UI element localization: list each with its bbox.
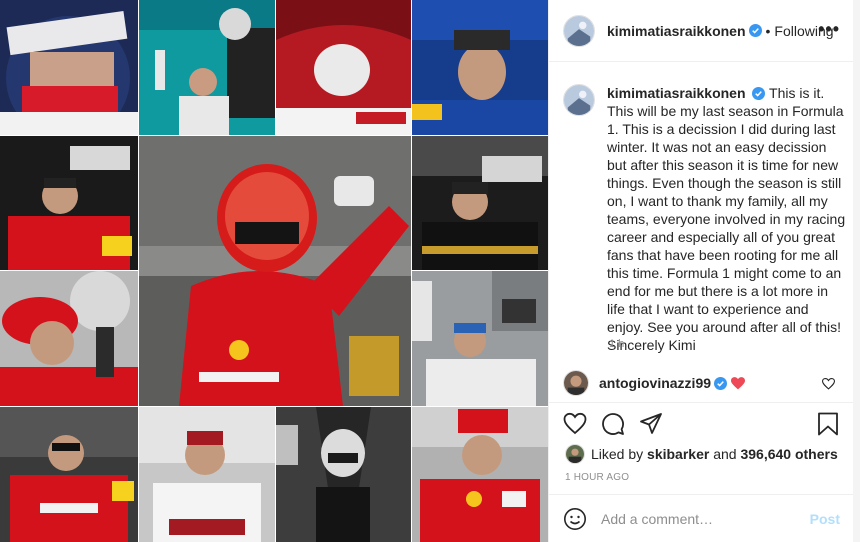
photo-tile-mission-winnow (0, 407, 138, 542)
comment-username[interactable]: antogiovinazzi99 (599, 375, 711, 391)
red-heart-icon (731, 376, 746, 389)
caption-username[interactable]: kimimatiasraikkonen (607, 85, 746, 101)
likes-middle: and (713, 446, 737, 462)
photo-tile-podium-fist (412, 271, 548, 406)
photo-tile-alfa-romeo-suit (139, 407, 275, 542)
photo-tile-ferrari-celebration (139, 136, 411, 406)
photo-tile-sauber-car (412, 0, 548, 135)
verified-badge-icon (748, 24, 762, 37)
liker-username[interactable]: skibarker (647, 446, 709, 462)
comment-like-heart-icon[interactable] (822, 378, 835, 390)
likes-prefix: Liked by (591, 446, 644, 462)
divider (549, 402, 854, 403)
photo-tile-ferrari-trophy (0, 136, 138, 270)
caption: kimimatiasraikkonen This is it. This wil… (563, 84, 848, 354)
avatar[interactable] (563, 14, 595, 47)
heart-outline-icon[interactable] (563, 412, 587, 436)
verified-badge-icon (752, 87, 766, 100)
avatar[interactable] (563, 370, 589, 396)
photo-tile-blue-helmet (0, 0, 138, 135)
likes-count[interactable]: 396,640 others (740, 446, 837, 462)
post-timestamp[interactable]: 1 HOUR AGO (565, 472, 629, 483)
photo-tile-lotus-trophy (412, 136, 548, 270)
photo-tile-helmet-car (276, 407, 411, 542)
photo-tile-trophy-petronas (139, 0, 275, 135)
avatar (565, 444, 585, 464)
post-header: kimimatiasraikkonen • Following ••• (549, 0, 854, 62)
post-image-collage[interactable] (0, 0, 548, 542)
caption-time[interactable]: 1 h (609, 338, 624, 350)
add-comment-input[interactable] (601, 510, 801, 527)
verified-badge-icon (714, 376, 728, 390)
post-actions (563, 412, 663, 436)
bookmark-icon[interactable] (817, 412, 839, 436)
photo-tile-champagne (0, 271, 138, 406)
post-panel: kimimatiasraikkonen • Following ••• kimi… (548, 0, 854, 542)
add-comment-bar: Post (549, 494, 854, 542)
window-edge (853, 0, 860, 542)
photo-tile-alfa-car (276, 0, 411, 135)
comment-row: antogiovinazzi99 (563, 370, 848, 396)
post-comment-button[interactable]: Post (810, 511, 840, 527)
likes-summary[interactable]: Liked by skibarker and 396,640 others (565, 444, 838, 464)
separator-dot: • (765, 22, 771, 39)
more-options-icon[interactable]: ••• (818, 20, 840, 38)
comment-bubble-icon[interactable] (601, 412, 625, 436)
photo-tile-ferrari-portrait (412, 407, 548, 542)
caption-text: This is it. This will be my last season … (607, 85, 846, 353)
header-username[interactable]: kimimatiasraikkonen (607, 23, 746, 39)
avatar[interactable] (563, 84, 595, 116)
likes-text: Liked by skibarker and 396,640 others (591, 446, 838, 462)
smiley-icon[interactable] (563, 507, 587, 531)
share-paper-plane-icon[interactable] (639, 412, 663, 436)
caption-body: kimimatiasraikkonen This is it. This wil… (607, 84, 847, 354)
